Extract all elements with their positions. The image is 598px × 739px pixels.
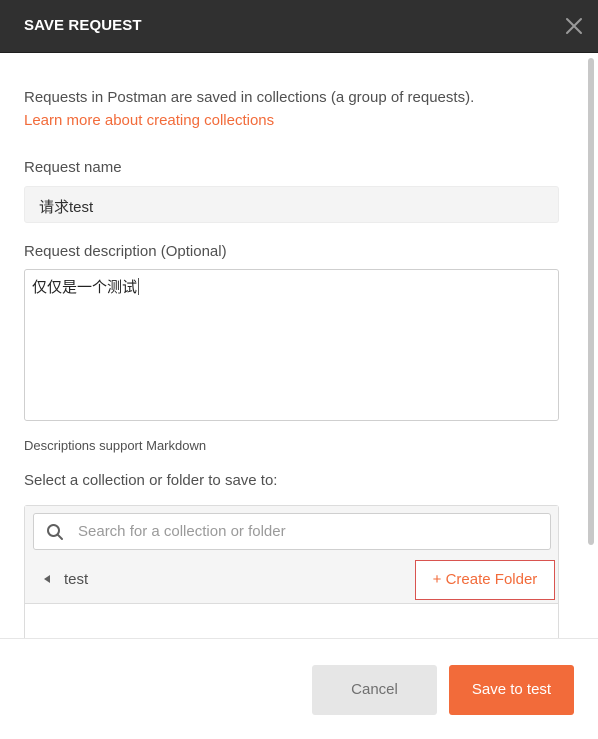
- collection-picker-label: Select a collection or folder to save to…: [24, 472, 278, 489]
- collection-picker: Search for a collection or folder test +…: [24, 505, 559, 638]
- request-name-input[interactable]: 请求test: [24, 186, 559, 223]
- cancel-button[interactable]: Cancel: [312, 665, 437, 715]
- request-name-value: 请求test: [39, 199, 94, 216]
- request-description-label: Request description (Optional): [24, 243, 227, 260]
- modal-header: SAVE REQUEST: [0, 0, 598, 53]
- current-collection-label: test: [64, 571, 89, 588]
- back-triangle-icon: [44, 575, 50, 583]
- collection-back-row[interactable]: test: [25, 560, 415, 600]
- search-placeholder: Search for a collection or folder: [78, 523, 286, 540]
- modal-body: Requests in Postman are saved in collect…: [0, 53, 598, 638]
- text-caret: [138, 278, 140, 295]
- collection-search-input[interactable]: Search for a collection or folder: [33, 513, 551, 550]
- learn-more-link[interactable]: Learn more about creating collections: [24, 112, 274, 129]
- search-icon: [46, 523, 64, 541]
- modal-title: SAVE REQUEST: [24, 17, 142, 34]
- create-folder-button[interactable]: + Create Folder: [415, 560, 555, 600]
- intro-text: Requests in Postman are saved in collect…: [24, 89, 475, 106]
- close-icon[interactable]: [564, 16, 584, 36]
- request-name-label: Request name: [24, 159, 122, 176]
- modal-footer: Cancel Save to test: [0, 638, 598, 739]
- save-button[interactable]: Save to test: [449, 665, 574, 715]
- collection-picker-toolbar: Search for a collection or folder test +…: [25, 506, 558, 604]
- request-description-value: 仅仅是一个测试: [32, 279, 138, 296]
- request-description-textarea[interactable]: 仅仅是一个测试: [24, 269, 559, 421]
- markdown-note: Descriptions support Markdown: [24, 438, 207, 453]
